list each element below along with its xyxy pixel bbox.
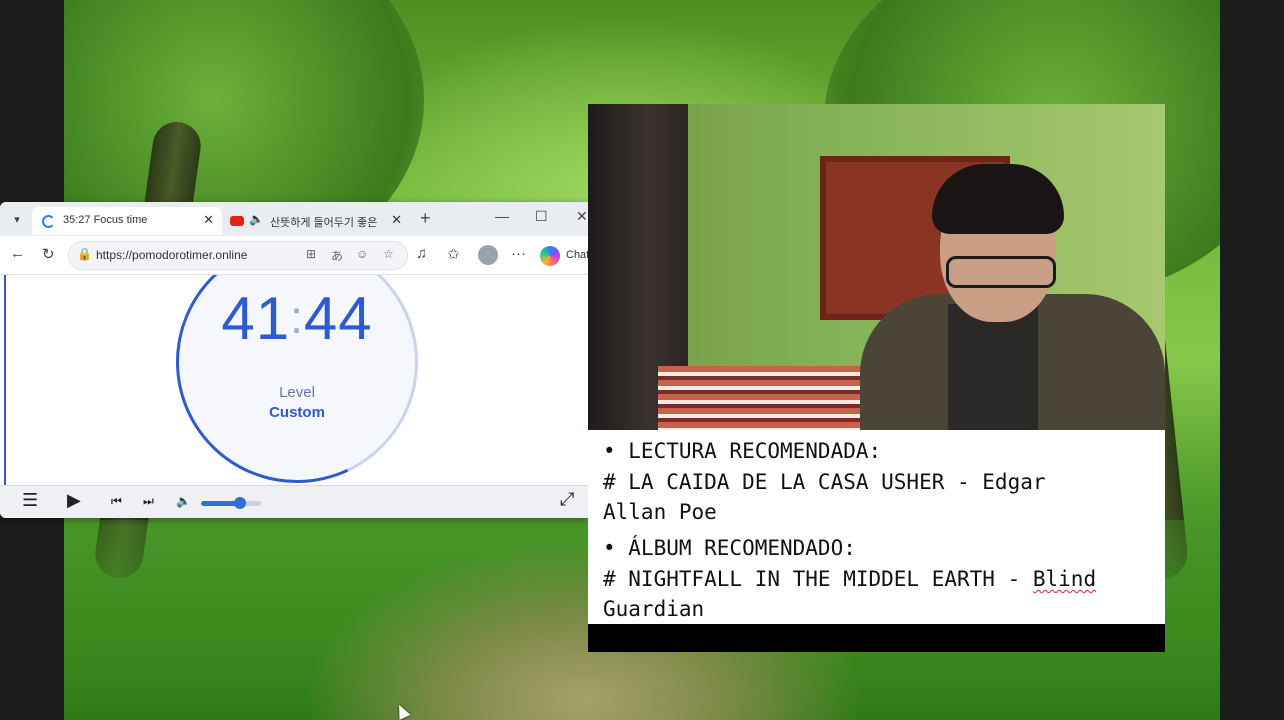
youtube-icon <box>230 216 244 226</box>
new-tab-button[interactable]: + <box>420 208 431 229</box>
copilot-chat-label[interactable]: Chat <box>566 249 588 261</box>
maximize-button[interactable]: ☐ <box>535 208 548 225</box>
timer-separator: : <box>290 291 304 343</box>
tab-title: 산뜻하게 들어두기 좋은 <box>270 217 378 229</box>
minimize-button[interactable]: — <box>495 208 509 224</box>
reading-author: Allan Poe <box>603 500 717 524</box>
back-arrow-icon[interactable]: ← <box>10 245 25 262</box>
sweater <box>948 304 1038 430</box>
speaker-icon[interactable]: 🔈 <box>249 212 264 226</box>
fullscreen-icon[interactable]: ⤢ <box>560 489 574 510</box>
site-info-icon[interactable]: 🔒 <box>77 247 92 261</box>
volume-slider[interactable] <box>201 497 261 509</box>
next-track-icon[interactable]: ⏭ <box>143 494 154 509</box>
url-text[interactable]: https://pomodorotimer.online <box>96 248 247 262</box>
level-label: Level <box>279 384 315 401</box>
person <box>850 164 1165 430</box>
profile-avatar[interactable] <box>478 245 498 265</box>
reading-heading: • LECTURA RECOMENDADA: <box>603 439 882 463</box>
copilot-icon[interactable] <box>540 246 560 266</box>
app-available-icon[interactable]: ⊞ <box>306 247 316 261</box>
more-options-icon[interactable]: ··· <box>511 245 526 262</box>
menu-icon[interactable]: ☰ <box>22 490 38 511</box>
tab-title: 35:27 Focus time <box>63 214 148 226</box>
translate-icon[interactable]: あ <box>331 247 343 264</box>
play-icon[interactable]: ▶ <box>67 490 81 511</box>
glasses <box>946 256 1056 288</box>
tab-actions-chevron-icon[interactable]: ▾ <box>8 211 26 229</box>
close-window-button[interactable]: ✕ <box>576 208 588 225</box>
browser-window: ▾ 35:27 Focus time ✕ 🔈 산뜻하게 들어두기 좋은 ✕ + … <box>0 202 588 518</box>
black-bar <box>588 624 1165 652</box>
hair <box>932 164 1064 234</box>
level-value[interactable]: Custom <box>179 404 415 421</box>
close-tab-icon[interactable]: ✕ <box>203 212 214 228</box>
album-heading: • ÁLBUM RECOMENDADO: <box>603 536 856 560</box>
music-player-bar: ☰ ▶ ⏮ ⏭ 🔈 ⤢ <box>0 485 588 518</box>
reload-icon[interactable]: ↻ <box>42 245 55 263</box>
reading-title: # LA CAIDA DE LA CASA USHER - Edgar <box>603 470 1046 494</box>
tab-bar: ▾ 35:27 Focus time ✕ 🔈 산뜻하게 들어두기 좋은 ✕ + … <box>0 202 588 236</box>
browser-toolbar: ← ↻ 🔒 https://pomodorotimer.online ⊞ あ ☺… <box>0 236 588 275</box>
album-artist: Guardian <box>603 597 705 621</box>
webcam-video <box>588 104 1165 430</box>
timer-minutes: 41 <box>221 285 291 352</box>
previous-track-icon[interactable]: ⏮ <box>111 494 122 509</box>
favorite-star-icon[interactable]: ☆ <box>383 247 394 261</box>
pomodoro-page: 41:44 Level Custom <box>4 275 586 485</box>
tab-focus-time[interactable]: 35:27 Focus time ✕ <box>32 207 222 235</box>
album-title-text: # NIGHTFALL IN THE MIDDEL EARTH - <box>603 567 1033 591</box>
close-tab-icon[interactable]: ✕ <box>391 212 402 228</box>
timer-seconds: 44 <box>303 285 373 352</box>
album-title: # NIGHTFALL IN THE MIDDEL EARTH - Blind <box>603 567 1096 591</box>
timer-ring: 41:44 Level Custom <box>141 275 453 485</box>
timer-display: 41:44 <box>179 284 415 353</box>
recommendations-card: • LECTURA RECOMENDADA: # LA CAIDA DE LA … <box>588 430 1165 624</box>
media-control-icon[interactable]: ♫ <box>416 245 427 262</box>
spellcheck-word: Blind <box>1032 567 1097 591</box>
volume-icon[interactable]: 🔈 <box>176 494 191 508</box>
volume-knob[interactable] <box>234 497 246 509</box>
favorites-icon[interactable]: ✩ <box>447 245 460 263</box>
tab-youtube[interactable]: 🔈 산뜻하게 들어두기 좋은 ✕ <box>224 207 410 235</box>
loading-spinner-icon <box>42 215 55 228</box>
address-bar[interactable]: 🔒 https://pomodorotimer.online ⊞ あ ☺ ☆ <box>68 241 408 270</box>
extensions-icon[interactable]: ☺ <box>356 247 368 261</box>
